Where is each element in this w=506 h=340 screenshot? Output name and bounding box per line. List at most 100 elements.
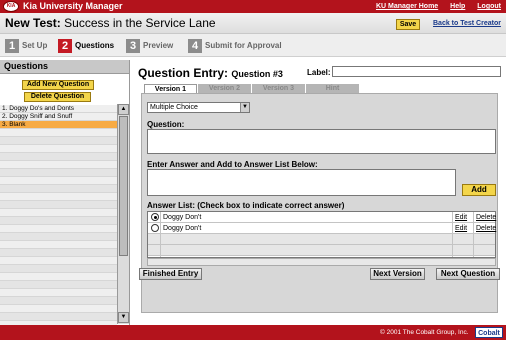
top-links: KU Manager Home Help Logout bbox=[366, 1, 501, 12]
question-number: Question #3 bbox=[231, 69, 283, 79]
step-submit-for-approval[interactable]: 4 Submit for Approval bbox=[188, 38, 282, 53]
delete-question-button[interactable]: Delete Question bbox=[24, 92, 91, 102]
scroll-down-arrow-icon[interactable]: ▼ bbox=[118, 312, 129, 323]
version-panel: Multiple Choice ▼ Question: Enter Answer… bbox=[141, 93, 498, 313]
delete-answer-link[interactable]: Delete bbox=[476, 213, 496, 222]
question-item-1[interactable]: 1. Doggy Do's and Donts bbox=[0, 105, 117, 113]
question-type-select[interactable]: Multiple Choice ▼ bbox=[147, 102, 250, 113]
edit-answer-link[interactable]: Edit bbox=[455, 224, 467, 233]
column-divider bbox=[473, 212, 474, 257]
tab-version-2[interactable]: Version 2 bbox=[198, 84, 251, 93]
correct-answer-radio[interactable] bbox=[151, 213, 159, 221]
answer-list-scrollbar[interactable] bbox=[147, 258, 496, 266]
scroll-up-arrow-icon[interactable]: ▲ bbox=[118, 104, 129, 115]
label-input[interactable] bbox=[332, 66, 501, 77]
step-questions[interactable]: 2 Questions bbox=[58, 38, 114, 53]
step-label: Preview bbox=[143, 41, 174, 50]
add-answer-button[interactable]: Add bbox=[462, 184, 496, 196]
list-item bbox=[0, 161, 117, 169]
step-label: Set Up bbox=[22, 41, 48, 50]
table-row bbox=[148, 245, 495, 256]
step-number: 1 bbox=[5, 38, 19, 53]
step-number: 3 bbox=[126, 38, 140, 53]
correct-answer-radio[interactable] bbox=[151, 224, 159, 232]
column-divider bbox=[452, 212, 453, 257]
question-item-3[interactable]: 3. Blank bbox=[0, 121, 117, 129]
back-to-test-creator-link[interactable]: Back to Test Creator bbox=[433, 20, 501, 27]
list-item bbox=[0, 225, 117, 233]
list-item bbox=[0, 177, 117, 185]
question-entry-title: Question Entry: Question #3 bbox=[138, 66, 283, 80]
page-title: New Test: Success in the Service Lane bbox=[5, 16, 216, 31]
list-item bbox=[0, 169, 117, 177]
question-type-value: Multiple Choice bbox=[150, 104, 198, 111]
step-set-up[interactable]: 1 Set Up bbox=[5, 38, 47, 53]
list-item bbox=[0, 201, 117, 209]
step-number: 4 bbox=[188, 38, 202, 53]
copyright-text: © 2001 The Cobalt Group, Inc. bbox=[380, 329, 469, 336]
step-label: Questions bbox=[75, 41, 115, 50]
chevron-down-icon[interactable]: ▼ bbox=[240, 103, 249, 112]
title-bar: New Test: Success in the Service Lane Sa… bbox=[0, 13, 506, 34]
list-item bbox=[0, 153, 117, 161]
step-label: Submit for Approval bbox=[205, 41, 282, 50]
list-item bbox=[0, 137, 117, 145]
question-textarea[interactable] bbox=[147, 129, 496, 154]
list-item bbox=[0, 129, 117, 137]
page-title-prefix: New Test: bbox=[5, 16, 61, 30]
tab-hint[interactable]: Hint bbox=[306, 84, 359, 93]
logout-link[interactable]: Logout bbox=[477, 3, 501, 10]
question-label: Question: bbox=[147, 120, 185, 129]
list-item bbox=[0, 313, 117, 321]
question-item-2[interactable]: 2. Doggy Sniff and Snuff bbox=[0, 113, 117, 121]
list-item bbox=[0, 305, 117, 313]
app-title: Kia University Manager bbox=[23, 1, 123, 11]
question-entry-label: Question Entry: bbox=[138, 66, 229, 80]
next-version-button[interactable]: Next Version bbox=[370, 268, 425, 280]
ku-manager-home-link[interactable]: KU Manager Home bbox=[376, 3, 438, 10]
save-button[interactable]: Save bbox=[396, 19, 420, 30]
list-item bbox=[0, 297, 117, 305]
table-row bbox=[148, 234, 495, 245]
list-item bbox=[0, 273, 117, 281]
step-preview[interactable]: 3 Preview bbox=[126, 38, 173, 53]
step-number: 2 bbox=[58, 38, 72, 53]
list-item bbox=[0, 145, 117, 153]
questions-panel: Questions Add New Question Delete Questi… bbox=[0, 60, 130, 325]
column-divider bbox=[160, 212, 161, 257]
answer-entry-label: Enter Answer and Add to Answer List Belo… bbox=[147, 160, 318, 169]
answer-list: Doggy Don't Edit Delete Doggy Don't Edit… bbox=[147, 211, 496, 258]
delete-answer-link[interactable]: Delete bbox=[476, 224, 496, 233]
list-item bbox=[0, 241, 117, 249]
list-item bbox=[0, 185, 117, 193]
list-item bbox=[0, 233, 117, 241]
finished-entry-button[interactable]: Finished Entry bbox=[139, 268, 202, 280]
list-item bbox=[0, 257, 117, 265]
answer-list-label: Answer List: (Check box to indicate corr… bbox=[147, 201, 345, 210]
list-item bbox=[0, 289, 117, 297]
steps-bar: 1 Set Up 2 Questions 3 Preview 4 Submit … bbox=[0, 34, 506, 57]
list-item bbox=[0, 217, 117, 225]
cobalt-logo-icon: Cobalt bbox=[475, 327, 503, 338]
next-question-button[interactable]: Next Question bbox=[436, 268, 500, 280]
tab-version-1[interactable]: Version 1 bbox=[144, 84, 197, 93]
list-item bbox=[0, 209, 117, 217]
help-link[interactable]: Help bbox=[450, 3, 465, 10]
table-row: Doggy Don't Edit Delete bbox=[148, 212, 496, 223]
edit-answer-link[interactable]: Edit bbox=[455, 213, 467, 222]
answer-text: Doggy Don't bbox=[163, 214, 202, 221]
top-bar: KIA Kia University Manager KU Manager Ho… bbox=[0, 0, 506, 13]
question-entry-area: Question Entry: Question #3 Label: Versi… bbox=[134, 60, 506, 325]
list-item bbox=[0, 265, 117, 273]
scrollbar-thumb[interactable] bbox=[119, 116, 128, 256]
version-tabs: Version 1 Version 2 Version 3 Hint bbox=[144, 84, 360, 93]
question-list-scrollbar[interactable]: ▲ ▼ bbox=[117, 104, 129, 324]
test-name: Success in the Service Lane bbox=[64, 16, 216, 30]
answer-text: Doggy Don't bbox=[163, 225, 202, 232]
add-new-question-button[interactable]: Add New Question bbox=[22, 80, 94, 90]
answer-textarea[interactable] bbox=[147, 169, 456, 196]
tab-version-3[interactable]: Version 3 bbox=[252, 84, 305, 93]
question-list: 1. Doggy Do's and Donts 2. Doggy Sniff a… bbox=[0, 105, 117, 325]
kia-logo-icon: KIA bbox=[3, 1, 19, 12]
list-item bbox=[0, 193, 117, 201]
